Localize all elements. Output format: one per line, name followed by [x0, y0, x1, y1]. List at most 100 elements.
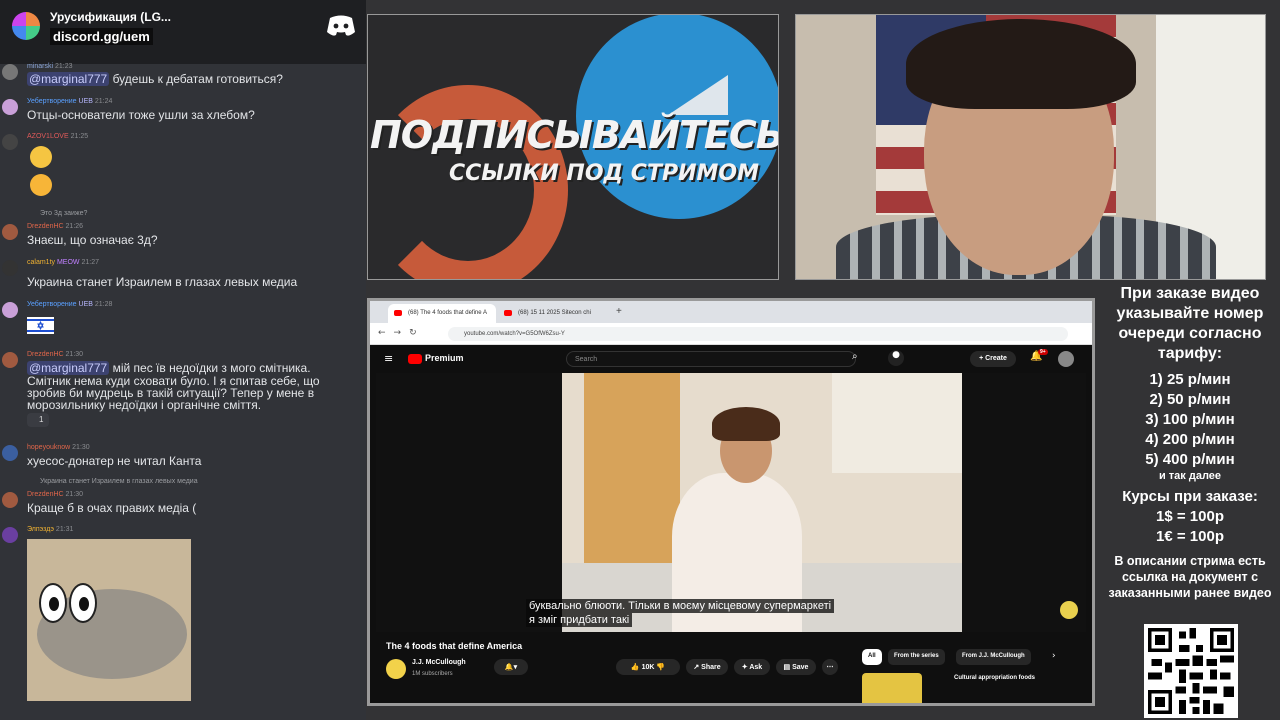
browser-tab-active[interactable]: (68) The 4 foods that define A: [388, 304, 496, 323]
webcam-feed: [795, 14, 1266, 280]
order-info-panel: При заказе видео указывайте номер очеред…: [1100, 284, 1280, 601]
browser-window: (68) The 4 foods that define A (68) 15 1…: [367, 298, 1095, 706]
share-button[interactable]: ↗ Share: [686, 659, 728, 675]
like-dislike-button[interactable]: 👍 10K 👎: [616, 659, 680, 675]
subtitle-line: я зміг придбати такі: [526, 613, 633, 627]
account-avatar[interactable]: [1058, 351, 1074, 367]
tariff-line: 1) 25 р/мин: [1149, 371, 1231, 388]
avatar[interactable]: [2, 352, 18, 368]
message-text: Отцы-основатели тоже ушли за хлебом?: [27, 108, 255, 122]
tariff-line: 5) 400 р/мин: [1145, 451, 1235, 468]
kitchen-door: [584, 373, 680, 583]
invite-link[interactable]: discord.gg/uem: [50, 28, 153, 45]
chip-all[interactable]: All: [862, 649, 882, 665]
avatar[interactable]: [2, 492, 18, 508]
chip-from-series[interactable]: From the series: [888, 649, 945, 665]
message-text: @marginal777 будешь к дебатам готовиться…: [27, 72, 283, 86]
avatar[interactable]: [2, 99, 18, 115]
order-header: При заказе видео указывайте номер очеред…: [1116, 285, 1264, 362]
israel-flag-icon: [27, 317, 54, 334]
chevron-right-icon[interactable]: ›: [1052, 651, 1056, 661]
subtitle-line: буквально блюоти. Тільки в моєму місцево…: [526, 599, 835, 613]
create-button[interactable]: + Create: [970, 351, 1016, 367]
browser-tab[interactable]: (68) 15 11 2025 Sitecon chi: [498, 304, 606, 323]
avatar[interactable]: [2, 64, 18, 80]
reply-preview[interactable]: Это 3д заиже?: [40, 210, 87, 217]
tariff-line: 2) 50 р/мин: [1149, 391, 1231, 408]
rate-line: 1$ = 100р: [1156, 508, 1224, 525]
cat-gif-image[interactable]: [27, 539, 191, 701]
avatar[interactable]: [2, 260, 18, 276]
channel-watermark-icon[interactable]: [1060, 601, 1078, 619]
chip-from-channel[interactable]: From J.J. McCullough: [956, 649, 1031, 665]
telegram-plane-icon: [668, 75, 728, 115]
youtube-premium-logo[interactable]: Premium: [408, 353, 464, 364]
mic-icon[interactable]: ●: [888, 350, 904, 366]
more-button[interactable]: ⋯: [822, 659, 838, 675]
avatar[interactable]: [2, 302, 18, 318]
qr-code-icon[interactable]: [1144, 624, 1238, 718]
stream-layout: Урусификация (LG... discord.gg/uem minar…: [0, 0, 1280, 720]
banner-subtitle: ССЫЛКИ ПОД СТРИМОМ: [449, 161, 759, 186]
reply-preview[interactable]: Украина станет Израилем в глазах левых м…: [40, 478, 198, 485]
avatar[interactable]: [2, 134, 18, 150]
username[interactable]: hopeyouknow 21:30: [27, 444, 90, 451]
subscribe-banner: ПОДПИСЫВАЙТЕСЬ ССЫЛКИ ПОД СТРИМОМ: [367, 14, 779, 280]
new-tab-button[interactable]: +: [616, 306, 622, 317]
message-text: Знаєш, що означає 3д?: [27, 233, 158, 247]
username[interactable]: DrezdenHC 21:26: [27, 223, 83, 230]
username[interactable]: calam1ty MEOW 21:27: [27, 259, 99, 266]
banner-title: ПОДПИСЫВАЙТЕСЬ: [370, 113, 779, 157]
tab-bar: (68) The 4 foods that define A (68) 15 1…: [370, 301, 1092, 323]
video-frame: [562, 373, 962, 632]
youtube-favicon-icon: [394, 310, 402, 316]
notification-bell-button[interactable]: 🔔▾: [494, 659, 528, 675]
recommended-thumbnail[interactable]: [862, 673, 922, 703]
message-text: хуесос-донатер не читал Канта: [27, 454, 202, 468]
avatar[interactable]: [2, 527, 18, 543]
emoji-thinking-icon: [30, 146, 52, 168]
ask-button[interactable]: ✦ Ask: [734, 659, 770, 675]
message-text: Краще б в очах правих медіа (: [27, 501, 197, 515]
menu-icon[interactable]: ≡: [384, 352, 393, 365]
nav-buttons[interactable]: ←→↻: [378, 328, 425, 338]
youtube-header: ≡ Premium Search ⌕ ● + Create 🔔 9+: [370, 345, 1092, 373]
channel-name[interactable]: J.J. McCullough: [412, 659, 466, 666]
youtube-play-icon: [408, 353, 422, 364]
username[interactable]: DrezdenHC 21:30: [27, 351, 83, 358]
kitchen-cabinet: [832, 373, 962, 473]
video-title: The 4 foods that define America: [386, 641, 523, 651]
tariff-line: 4) 200 р/мин: [1145, 431, 1235, 448]
message-text: @marginal777 мій пес їв недоїдки з мого …: [27, 361, 311, 375]
rates-title: Курсы при заказе:: [1122, 488, 1258, 505]
server-icon[interactable]: [12, 12, 40, 40]
discord-header: Урусификация (LG... discord.gg/uem: [0, 0, 366, 64]
username[interactable]: DrezdenHC 21:30: [27, 491, 83, 498]
presenter-hair: [712, 407, 780, 441]
username[interactable]: minarski 21:23: [27, 63, 73, 70]
url-field[interactable]: youtube.com/watch?v=G5OfW6Zsu-Y: [448, 327, 1068, 341]
recommended-title[interactable]: Cultural appropriation foods: [954, 675, 1035, 681]
youtube-watch-page: буквально блюоти. Тільки в моєму місцево…: [370, 373, 1092, 703]
channel-avatar[interactable]: [386, 659, 406, 679]
youtube-favicon-icon: [504, 310, 512, 316]
username[interactable]: Уебертворение UEB 21:24: [27, 98, 112, 105]
rate-line: 1€ = 100р: [1156, 528, 1224, 545]
avatar[interactable]: [2, 224, 18, 240]
tariff-line: 3) 100 р/мин: [1145, 411, 1235, 428]
search-input[interactable]: Search: [566, 351, 856, 367]
reaction-button[interactable]: 1: [27, 413, 49, 427]
message-text-line: морозильнику недоїдки і органічне сміття…: [27, 398, 262, 412]
discord-logo-icon: [327, 15, 355, 36]
search-icon[interactable]: ⌕: [852, 351, 858, 362]
streamer-hair: [906, 19, 1136, 109]
avatar[interactable]: [2, 445, 18, 461]
username[interactable]: Элпэздэ 21:31: [27, 526, 73, 533]
emoji-laughing-icon: [30, 174, 52, 196]
username[interactable]: AZOV1LOVE 21:25: [27, 133, 88, 140]
discord-chat-panel: Урусификация (LG... discord.gg/uem minar…: [0, 0, 366, 720]
message-text: Украина станет Израилем в глазах левых м…: [27, 275, 298, 289]
username[interactable]: Уебертворение UEB 21:28: [27, 301, 112, 308]
save-button[interactable]: ▤ Save: [776, 659, 816, 675]
video-player[interactable]: буквально блюоти. Тільки в моєму місцево…: [376, 373, 1086, 632]
